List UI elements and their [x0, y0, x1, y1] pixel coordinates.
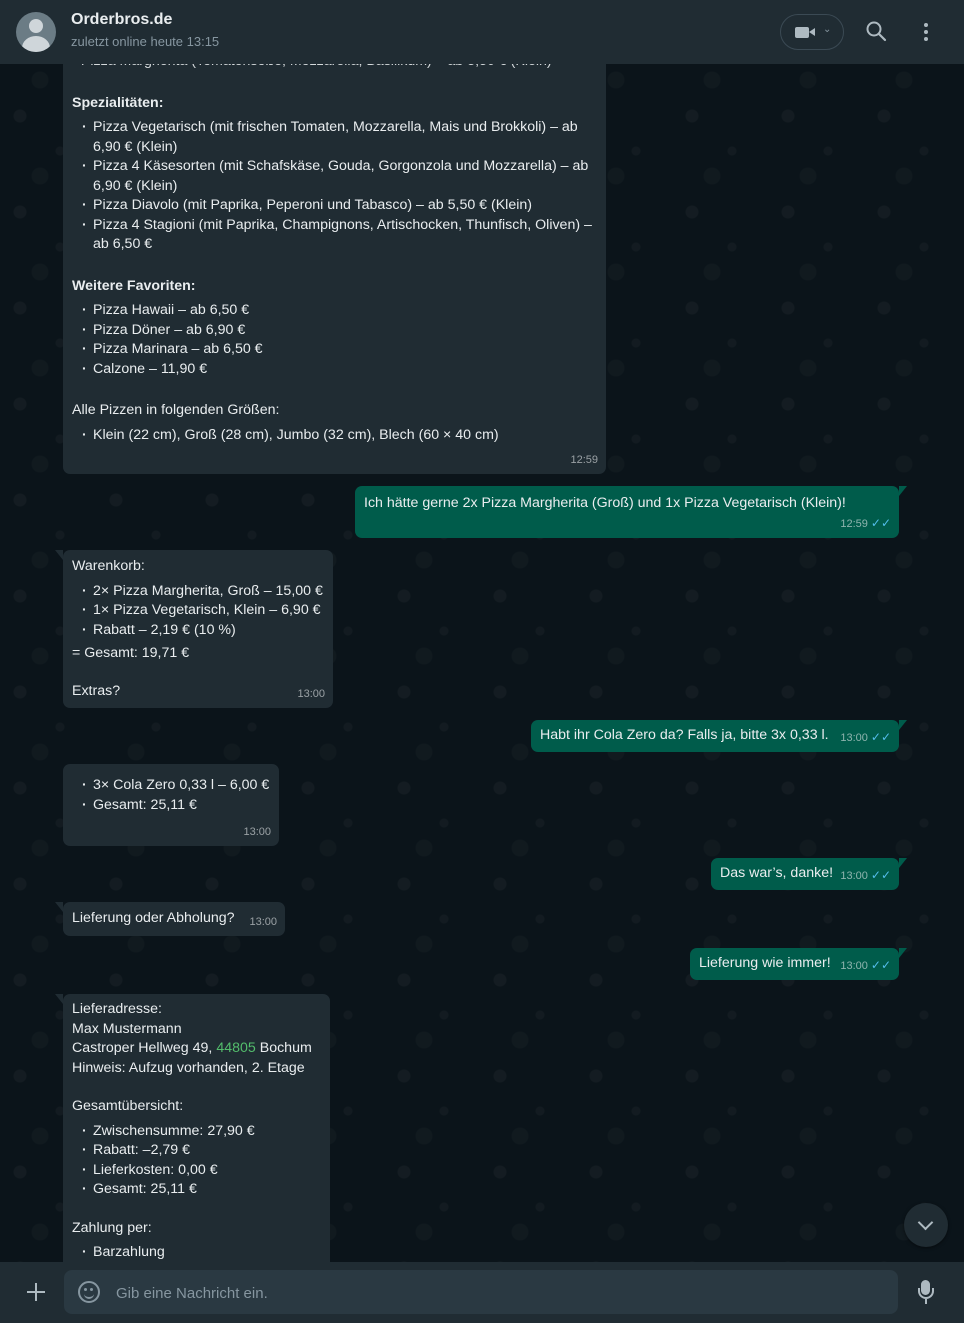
message-time: 13:00 ✓✓ [840, 729, 891, 744]
search-icon [866, 21, 887, 42]
list-item: Barzahlung [72, 1243, 321, 1263]
message-time: 13:00 [297, 687, 325, 700]
list-item: Gesamt: 25,11 € [72, 796, 270, 816]
emoji-icon[interactable] [78, 1281, 100, 1303]
list-item: Calzone – 11,90 € [72, 360, 597, 380]
message-cola-request: Habt ihr Cola Zero da? Falls ja, bitte 3… [531, 720, 907, 752]
scroll-down-button[interactable] [904, 1203, 948, 1247]
list-item: Pizza Vegetarisch (mit frischen Tomaten,… [72, 118, 597, 157]
video-camera-icon [795, 27, 809, 38]
contact-name[interactable]: Orderbros.de [71, 11, 172, 29]
message-text: Das war’s, danke! [720, 865, 834, 881]
list-item: Pizza Diavolo (mit Paprika, Peperoni und… [72, 196, 597, 216]
contact-status: zuletzt online heute 13:15 [71, 34, 220, 49]
read-ticks-icon: ✓✓ [870, 515, 891, 530]
list-item: Pizza Hawaii – ab 6,50 € [72, 301, 597, 321]
payment-heading: Zahlung per: [72, 1219, 152, 1236]
cart-total: = Gesamt: 19,71 € [72, 645, 190, 661]
address-street: Castroper Hellweg 49, 44805 Bochum [72, 1040, 312, 1056]
message-text: Habt ihr Cola Zero da? Falls ja, bitte 3… [540, 727, 829, 743]
favorites-heading: Weitere Favoriten: [72, 277, 196, 294]
message-input-box [64, 1270, 898, 1316]
message-order: Ich hätte gerne 2x Pizza Margherita (Gro… [355, 486, 907, 538]
list-item: Klein (22 cm), Groß (28 cm), Jumbo (32 c… [72, 426, 597, 446]
list-item: Gesamt: 25,11 € [72, 1180, 321, 1200]
list-item: Lieferkosten: 0,00 € [72, 1161, 321, 1181]
message-time: 13:00 ✓✓ [840, 957, 891, 972]
address-heading: Lieferadresse: [72, 1001, 162, 1017]
message-text: Ich hätte gerne 2x Pizza Margherita (Gro… [364, 495, 846, 511]
address-hint: Hinweis: Aufzug vorhanden, 2. Etage [72, 1059, 305, 1076]
message-time: 12:59 ✓✓ [840, 515, 891, 530]
cart-heading: Warenkorb: [72, 558, 145, 574]
list-item: Rabatt – 2,19 € (10 %) [72, 621, 324, 641]
message-thanks: Das war’s, danke! 13:00 ✓✓ [711, 858, 907, 890]
video-call-button[interactable]: ⌄ [780, 14, 844, 50]
message-time: 13:00 ✓✓ [840, 867, 891, 882]
list-item: Pizza 4 Stagioni (mit Paprika, Champigno… [72, 216, 597, 255]
address-name: Max Mustermann [72, 1020, 182, 1037]
list-item: Zwischensumme: 27,90 € [72, 1122, 321, 1142]
message-time: 13:00 [243, 825, 271, 838]
message-cart: Warenkorb: 2× Pizza Margherita, Groß – 1… [55, 550, 333, 708]
list-item: 1× Pizza Vegetarisch, Klein – 6,90 € [72, 601, 324, 621]
read-ticks-icon: ✓✓ [870, 729, 891, 744]
message-summary: Lieferadresse: Max Mustermann Castroper … [55, 994, 330, 1284]
list-item: Rabatt: –2,79 € [72, 1141, 321, 1161]
chevron-down-icon: ⌄ [823, 24, 832, 35]
list-item: 2× Pizza Margherita, Groß – 15,00 € [72, 582, 324, 602]
message-menu: • Pizza Margherita (Tomatensoße, Mozzare… [63, 40, 606, 474]
message-delivery-answer: Lieferung wie immer! 13:00 ✓✓ [690, 948, 907, 980]
sizes-heading: Alle Pizzen in folgenden Größen: [72, 402, 280, 418]
message-time: 12:59 [570, 453, 598, 466]
chat-header: Orderbros.de zuletzt online heute 13:15 … [0, 0, 964, 64]
list-item: 3× Cola Zero 0,33 l – 6,00 € [72, 776, 270, 796]
cart-question: Extras? [72, 682, 121, 699]
read-ticks-icon: ✓✓ [870, 867, 891, 882]
list-item: Pizza Döner – ab 6,90 € [72, 321, 597, 341]
attach-button[interactable] [24, 1280, 48, 1304]
message-cola-reply: 3× Cola Zero 0,33 l – 6,00 € Gesamt: 25,… [63, 764, 279, 846]
message-text: Lieferung wie immer! [699, 955, 831, 971]
menu-button[interactable] [916, 20, 936, 44]
read-ticks-icon: ✓✓ [870, 957, 891, 972]
overview-heading: Gesamtübersicht: [72, 1098, 184, 1114]
specialties-heading: Spezialitäten: [72, 94, 164, 111]
contact-avatar[interactable] [16, 12, 56, 52]
zip-link[interactable]: 44805 [216, 1040, 255, 1056]
message-input[interactable] [114, 1270, 888, 1316]
list-item: Pizza 4 Käsesorten (mit Schafskäse, Goud… [72, 157, 597, 196]
message-delivery-question: Lieferung oder Abholung? 13:00 [55, 902, 285, 936]
microphone-button[interactable] [916, 1280, 936, 1306]
message-text: Lieferung oder Abholung? [72, 910, 235, 926]
list-item: Pizza Marinara – ab 6,50 € [72, 340, 597, 360]
message-time: 13:00 [249, 915, 277, 928]
search-button[interactable] [865, 20, 887, 42]
message-composer [0, 1262, 964, 1323]
